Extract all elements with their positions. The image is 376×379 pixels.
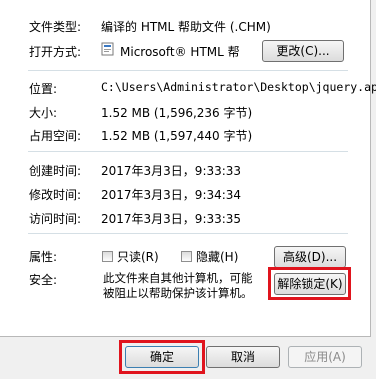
separator xyxy=(28,233,348,234)
separator xyxy=(28,151,348,152)
opens-with-value: Microsoft® HTML 帮 xyxy=(120,45,240,59)
cancel-button[interactable]: 取消 xyxy=(206,346,280,368)
attributes-label: 属性: xyxy=(29,250,58,264)
size-on-disk-value: 1.52 MB (1,597,440 字节) xyxy=(101,129,253,143)
modified-label: 修改时间: xyxy=(29,188,82,202)
readonly-checkbox[interactable] xyxy=(102,251,113,262)
html-help-icon xyxy=(101,42,114,56)
security-message-line2: 被阻止以帮助保护该计算机。 xyxy=(103,286,253,300)
size-label: 大小: xyxy=(29,106,58,120)
change-program-button[interactable]: 更改(C)... xyxy=(262,40,344,62)
ok-button[interactable]: 确定 xyxy=(125,346,199,368)
opens-with-label: 打开方式: xyxy=(29,45,82,59)
file-type-value: 编译的 HTML 帮助文件 (.CHM) xyxy=(101,20,271,34)
security-label: 安全: xyxy=(29,273,58,287)
separator xyxy=(28,70,348,71)
created-value: 2017年3月3日，9:33:33 xyxy=(101,164,242,178)
apply-button[interactable]: 应用(A) xyxy=(288,346,362,368)
location-value: C:\Users\Administrator\Desktop\jquery.ap… xyxy=(101,80,376,94)
hidden-checkbox[interactable] xyxy=(181,251,192,262)
unblock-button[interactable]: 解除锁定(K) xyxy=(274,273,346,295)
created-label: 创建时间: xyxy=(29,164,82,178)
file-type-label: 文件类型: xyxy=(29,20,82,34)
size-on-disk-label: 占用空间: xyxy=(29,129,82,143)
hidden-label[interactable]: 隐藏(H) xyxy=(196,248,238,265)
location-label: 位置: xyxy=(29,82,58,96)
size-value: 1.52 MB (1,596,236 字节) xyxy=(101,106,253,120)
accessed-value: 2017年3月3日，9:33:35 xyxy=(101,212,242,226)
modified-value: 2017年3月3日，9:34:34 xyxy=(101,188,242,202)
accessed-label: 访问时间: xyxy=(29,212,82,226)
advanced-button[interactable]: 高级(D)... xyxy=(274,246,346,268)
general-tab-panel: 文件类型: 编译的 HTML 帮助文件 (.CHM) 打开方式: Microso… xyxy=(0,0,376,337)
security-message-line1: 此文件来自其他计算机，可能 xyxy=(103,271,253,285)
readonly-label[interactable]: 只读(R) xyxy=(117,248,159,265)
